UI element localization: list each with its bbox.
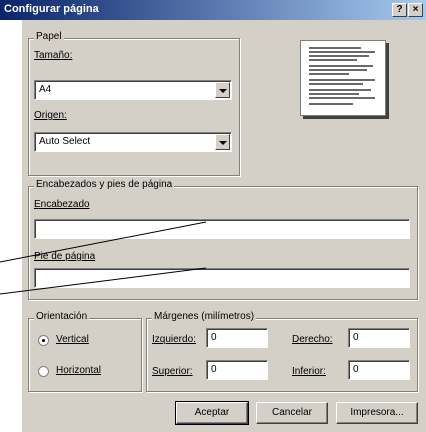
paper-size-value: A4 xyxy=(39,84,52,95)
right-margin-label: Derecho: xyxy=(292,334,333,345)
ok-button[interactable]: Aceptar xyxy=(175,401,249,425)
title-bar: Configurar página ? × xyxy=(0,0,426,20)
page-preview xyxy=(300,40,386,116)
top-margin-input[interactable]: 0 xyxy=(206,360,268,380)
portrait-radio[interactable] xyxy=(38,335,49,346)
window-title: Configurar página xyxy=(4,3,99,15)
help-button[interactable]: ? xyxy=(392,3,407,17)
close-button[interactable]: × xyxy=(408,3,423,17)
paper-source-label: Origen: xyxy=(34,110,67,121)
paper-size-select[interactable]: A4 xyxy=(34,80,232,100)
left-margin-strip xyxy=(0,20,22,432)
chevron-down-icon[interactable] xyxy=(215,82,230,98)
left-margin-input[interactable]: 0 xyxy=(206,328,268,348)
paper-size-label: Tamaño: xyxy=(34,50,73,61)
paper-source-value: Auto Select xyxy=(39,136,91,147)
left-margin-label: Izquierdo: xyxy=(152,334,196,345)
top-margin-label: Superior: xyxy=(152,366,193,377)
cancel-button[interactable]: Cancelar xyxy=(256,402,328,424)
page-setup-dialog: Configurar página ? × Papel Tamaño: A4 O… xyxy=(0,0,426,432)
landscape-radio[interactable] xyxy=(38,366,49,377)
portrait-label[interactable]: Vertical xyxy=(56,334,89,345)
bottom-margin-input[interactable]: 0 xyxy=(348,360,410,380)
printer-button[interactable]: Impresora... xyxy=(336,402,418,424)
chevron-down-icon[interactable] xyxy=(215,134,230,150)
orientation-group xyxy=(28,318,142,392)
header-label: Encabezado xyxy=(34,199,90,210)
headers-footers-group-label: Encabezados y pies de página xyxy=(34,179,175,190)
bottom-margin-label: Inferior: xyxy=(292,366,326,377)
orientation-group-label: Orientación xyxy=(34,311,90,322)
landscape-label[interactable]: Horizontal xyxy=(56,365,101,376)
right-margin-input[interactable]: 0 xyxy=(348,328,410,348)
footer-label: Pie de página xyxy=(34,251,96,262)
footer-input[interactable] xyxy=(34,268,410,288)
paper-source-select[interactable]: Auto Select xyxy=(34,132,232,152)
header-input[interactable] xyxy=(34,219,410,239)
paper-group-label: Papel xyxy=(34,31,64,42)
margins-group-label: Márgenes (milímetros) xyxy=(152,311,257,322)
